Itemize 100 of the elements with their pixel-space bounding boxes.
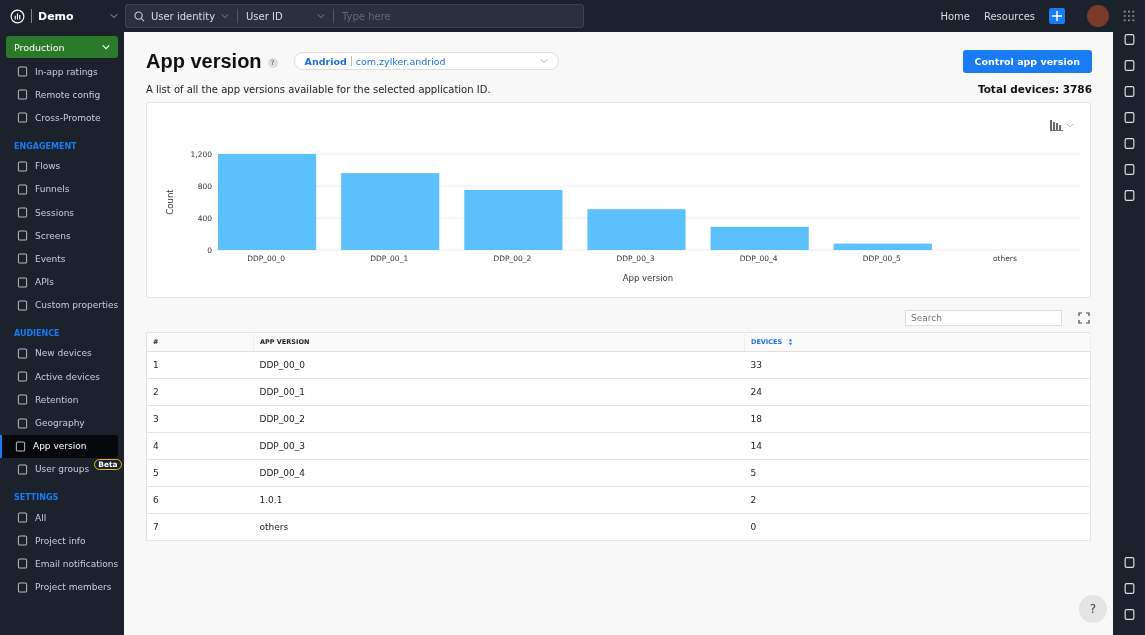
sidebar-item-label: All bbox=[35, 512, 47, 523]
apps-grid-icon[interactable] bbox=[1123, 10, 1135, 22]
sidebar-item[interactable]: Screens bbox=[0, 224, 118, 248]
chevron-down-icon bbox=[102, 44, 110, 50]
app-selector-dropdown[interactable]: Andriod com.zylker.andriod bbox=[293, 52, 559, 70]
page-title: App version bbox=[146, 49, 262, 73]
add-icon[interactable] bbox=[1049, 8, 1065, 24]
sidebar-item[interactable]: Funnels bbox=[0, 177, 118, 201]
page-icon bbox=[17, 160, 28, 172]
x-axis-title: App version bbox=[622, 273, 674, 283]
sidebar-item-label: Funnels bbox=[35, 184, 70, 195]
sidebar-item[interactable]: Email notifications bbox=[0, 552, 118, 576]
search-field-dropdown[interactable]: User ID bbox=[238, 9, 334, 23]
page-icon bbox=[17, 535, 28, 547]
chevron-down-icon bbox=[539, 58, 548, 64]
chevron-down-icon bbox=[221, 13, 229, 19]
table-cell: others bbox=[253, 513, 745, 541]
page-icon bbox=[17, 558, 28, 570]
table-cell: 0 bbox=[744, 513, 1091, 541]
sidebar-item[interactable]: Custom properties bbox=[0, 293, 118, 317]
table-cell: DDP_00_2 bbox=[253, 405, 745, 433]
table-cell: 4 bbox=[146, 432, 254, 460]
control-app-version-button[interactable]: Control app version bbox=[962, 49, 1092, 73]
sidebar-item[interactable]: Flows bbox=[0, 154, 118, 178]
sidebar-item[interactable]: Events bbox=[0, 247, 118, 271]
section-heading: SETTINGS bbox=[13, 492, 60, 504]
page-icon bbox=[17, 183, 28, 195]
table-cell: 14 bbox=[744, 432, 1091, 460]
sidebar-item-label: Screens bbox=[35, 230, 71, 241]
sidebar-item[interactable]: New devices bbox=[0, 341, 118, 366]
page-icon bbox=[17, 512, 28, 524]
page-icon bbox=[17, 581, 28, 593]
environment-dropdown[interactable]: Production bbox=[6, 36, 118, 58]
rail-tool-icon[interactable] bbox=[1122, 85, 1136, 98]
page-icon bbox=[17, 207, 28, 219]
project-name: Demo bbox=[38, 9, 74, 23]
sidebar-item-label: User groups bbox=[35, 464, 90, 475]
sidebar-item[interactable]: Cross-Promote bbox=[0, 106, 118, 130]
page-icon bbox=[17, 112, 28, 124]
table-cell: 18 bbox=[744, 405, 1091, 433]
table-cell: 1 bbox=[146, 351, 254, 379]
chart-type-icon[interactable] bbox=[1050, 119, 1074, 131]
sidebar-item-label: Geography bbox=[35, 418, 85, 429]
logo-icon bbox=[10, 8, 25, 24]
page-icon bbox=[17, 66, 28, 78]
table-cell: 2 bbox=[146, 378, 254, 406]
sidebar-item[interactable]: APIs bbox=[0, 270, 118, 294]
table-cell: 24 bbox=[744, 378, 1091, 406]
sidebar-item[interactable]: Active devices bbox=[0, 365, 118, 389]
table-cell: 5 bbox=[744, 459, 1091, 487]
sidebar-item-label: Email notifications bbox=[35, 558, 119, 569]
sidebar-item-label: App version bbox=[33, 441, 87, 452]
help-button[interactable]: ? bbox=[1079, 595, 1107, 623]
table-cell: 33 bbox=[744, 351, 1091, 379]
fullscreen-icon[interactable] bbox=[1078, 312, 1090, 324]
table-cell: DDP_00_0 bbox=[253, 351, 745, 379]
sidebar-item[interactable]: Retention bbox=[0, 388, 118, 412]
sidebar-item-label: Events bbox=[35, 253, 66, 264]
sidebar-item-label: Active devices bbox=[35, 371, 100, 382]
nav-link[interactable]: Resources bbox=[983, 10, 1035, 22]
search-scope-dropdown[interactable]: User identity bbox=[126, 9, 238, 23]
rail-tool-icon[interactable] bbox=[1122, 111, 1136, 124]
rail-tool-icon[interactable] bbox=[1122, 556, 1136, 569]
rail-tool-icon[interactable] bbox=[1122, 608, 1136, 621]
page-icon bbox=[17, 394, 28, 406]
sidebar-item[interactable]: In-app ratings bbox=[0, 60, 118, 84]
page-icon bbox=[17, 371, 28, 383]
sidebar-item[interactable]: Sessions bbox=[0, 200, 118, 225]
section-heading: AUDIENCE bbox=[13, 327, 61, 340]
table-cell: DDP_00_4 bbox=[253, 459, 745, 487]
rail-tool-icon[interactable] bbox=[1122, 137, 1136, 150]
table-cell: 3 bbox=[146, 405, 254, 433]
section-heading: ENGAGEMENT bbox=[13, 140, 78, 153]
sidebar-item[interactable]: All bbox=[0, 506, 118, 530]
sidebar-item[interactable]: App version bbox=[0, 434, 118, 458]
rail-tool-icon[interactable] bbox=[1122, 189, 1136, 202]
page-icon bbox=[17, 253, 28, 265]
rail-tool-icon[interactable] bbox=[1122, 163, 1136, 176]
chevron-down-icon[interactable] bbox=[110, 13, 118, 19]
page-icon bbox=[17, 463, 28, 475]
sidebar-item[interactable]: Geography bbox=[0, 411, 118, 435]
chevron-down-icon bbox=[317, 13, 325, 19]
sidebar-item-label: Project info bbox=[35, 535, 86, 546]
description: A list of all the app versions available for the selected application ID. bbox=[146, 83, 491, 95]
sort-icon bbox=[788, 338, 794, 347]
sidebar-item[interactable]: Project info bbox=[0, 529, 118, 553]
rail-tool-icon[interactable] bbox=[1122, 582, 1136, 595]
table-cell: 5 bbox=[146, 459, 254, 487]
table-cell: DDP_00_1 bbox=[253, 378, 745, 406]
table-cell: 2 bbox=[744, 486, 1091, 514]
rail-tool-icon[interactable] bbox=[1122, 33, 1136, 46]
table-cell: 1.0.1 bbox=[253, 486, 745, 514]
sidebar-item[interactable]: Remote config bbox=[0, 83, 118, 107]
rail-tool-icon[interactable] bbox=[1122, 59, 1136, 72]
sidebar-item-label: Project members bbox=[35, 582, 112, 593]
table-cell: DDP_00_3 bbox=[253, 432, 745, 460]
sidebar-item[interactable]: Project members bbox=[0, 575, 118, 599]
nav-link[interactable]: Home bbox=[940, 10, 970, 22]
table-search-field[interactable]: Search bbox=[905, 310, 1062, 326]
page-icon bbox=[17, 230, 28, 242]
